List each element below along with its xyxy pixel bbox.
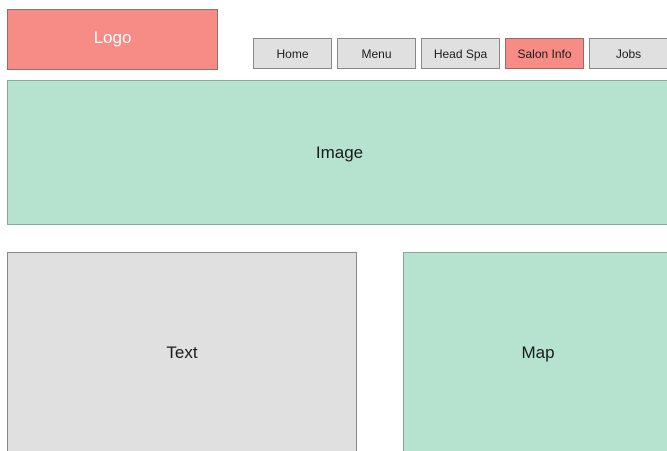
logo[interactable]: Logo [7,9,218,70]
text-placeholder: Text [7,252,357,451]
nav-salon-info-button[interactable]: Salon Info [505,38,584,69]
wireframe-page: Logo Home Menu Head Spa Salon Info Jobs … [0,0,667,451]
nav-menu-button[interactable]: Menu [337,38,416,69]
nav-salon-info-label: Salon Info [517,46,572,61]
map-placeholder[interactable]: Map [403,252,667,451]
nav-home-button[interactable]: Home [253,38,332,69]
nav-jobs-button[interactable]: Jobs [589,38,667,69]
map-placeholder-label: Map [521,343,555,362]
hero-image-placeholder: Image [7,80,667,225]
logo-label: Logo [93,28,132,47]
nav-menu-label: Menu [361,46,392,61]
nav-jobs-label: Jobs [615,46,642,61]
text-placeholder-label: Text [166,343,198,362]
nav-head-spa-button[interactable]: Head Spa [421,38,500,69]
nav-home-label: Home [276,46,309,61]
nav-head-spa-label: Head Spa [433,46,488,61]
hero-image-label: Image [315,142,364,162]
